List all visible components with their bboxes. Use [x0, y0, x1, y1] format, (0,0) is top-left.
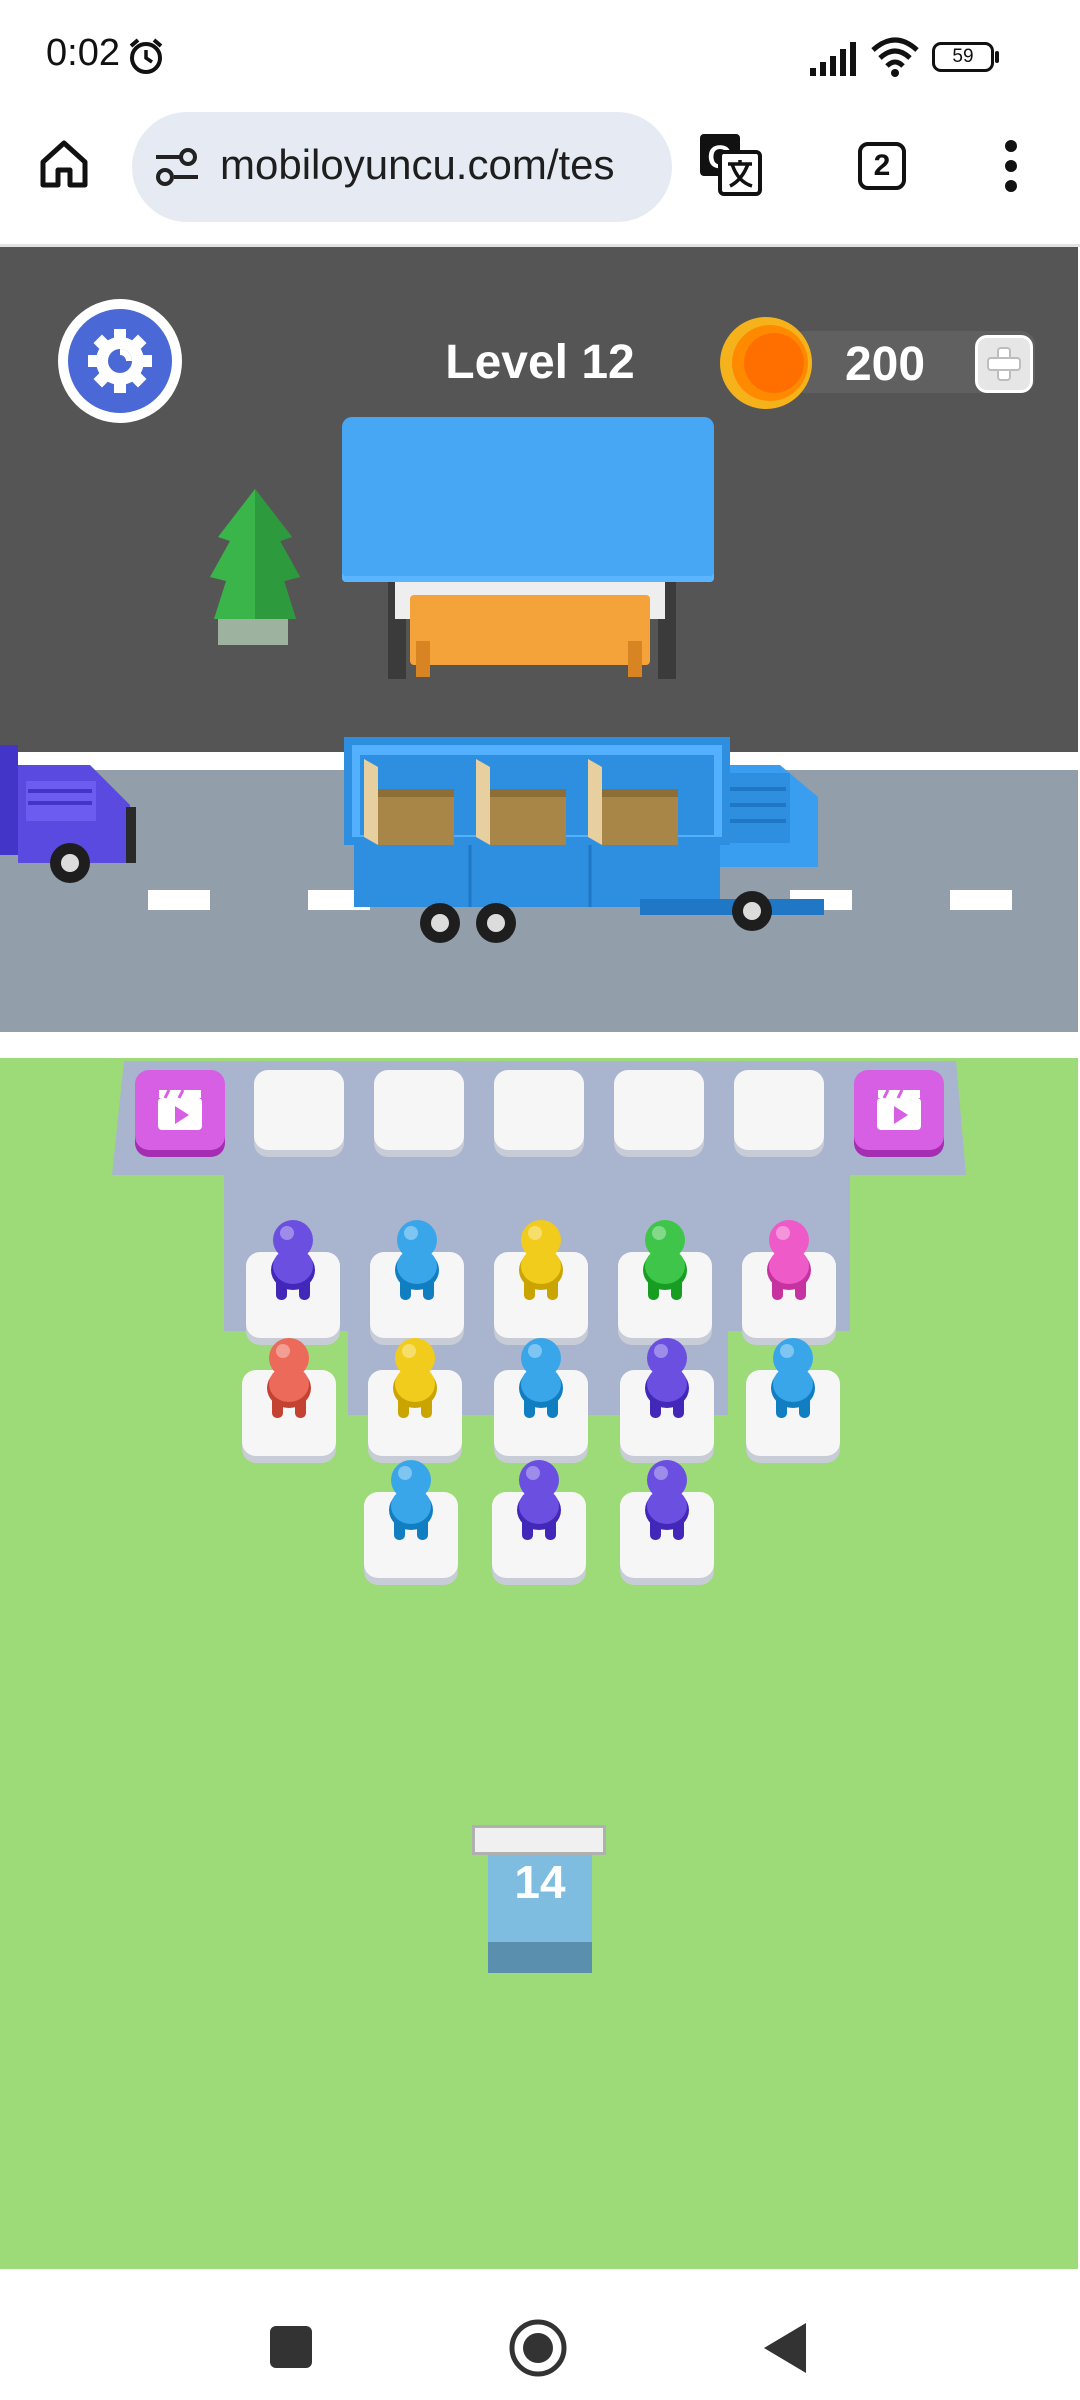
video-ad-icon [158, 1089, 202, 1130]
alarm-icon [129, 38, 163, 74]
passenger-blue[interactable] [378, 1456, 444, 1542]
passenger-yellow[interactable] [382, 1334, 448, 1420]
passenger-blue[interactable] [760, 1334, 826, 1420]
tab-switcher-icon[interactable]: 2 [858, 142, 906, 190]
plus-icon [987, 347, 1021, 381]
lane-marking [148, 890, 210, 910]
bench-leg [628, 641, 642, 677]
passenger-purple[interactable] [634, 1456, 700, 1542]
settings-button[interactable] [58, 299, 182, 423]
passenger-red[interactable] [256, 1334, 322, 1420]
passenger-purple[interactable] [260, 1216, 326, 1302]
status-time: 0:02 [46, 32, 120, 74]
status-bar: 0:02 59 [0, 0, 1080, 110]
truck-seat [476, 759, 566, 845]
signal-icon [810, 42, 856, 76]
bench-leg [416, 641, 430, 677]
game-canvas[interactable]: Level 12 200 14 [0, 247, 1080, 2269]
watch-ad-slot-button[interactable] [854, 1070, 944, 1150]
tunnel-base [488, 1942, 592, 1973]
recents-icon[interactable] [270, 2326, 312, 2368]
purple-truck [0, 745, 136, 883]
queue-slot-empty [734, 1070, 824, 1150]
coin-amount: 200 [844, 338, 926, 391]
home-circle-icon[interactable] [508, 2318, 568, 2378]
battery-icon: 59 [932, 42, 994, 72]
passenger-blue[interactable] [384, 1216, 450, 1302]
passenger-yellow[interactable] [508, 1216, 574, 1302]
url-text[interactable]: mobiloyuncu.com/tes [220, 141, 615, 189]
more-options-icon[interactable] [1002, 138, 1020, 194]
level-label: Level 12 [445, 336, 635, 389]
add-coins-button[interactable] [975, 335, 1033, 393]
gear-icon [68, 309, 172, 413]
video-ad-icon [877, 1089, 921, 1130]
tree-decoration [210, 489, 300, 645]
battery-tip [995, 51, 999, 63]
address-bar[interactable]: mobiloyuncu.com/tes [132, 112, 672, 222]
passenger-green[interactable] [632, 1216, 698, 1302]
navigation-bar [0, 2269, 1080, 2400]
passenger-purple[interactable] [634, 1334, 700, 1420]
bench [410, 595, 650, 665]
watch-ad-slot-button[interactable] [135, 1070, 225, 1150]
translate-icon[interactable]: G [698, 132, 762, 196]
passenger-blue[interactable] [508, 1334, 574, 1420]
site-settings-icon[interactable] [154, 146, 200, 188]
coin-icon [720, 317, 812, 409]
truck-seat [588, 759, 678, 845]
queue-slot-empty [254, 1070, 344, 1150]
road-edge [0, 1032, 1080, 1058]
truck-seats [360, 757, 710, 847]
wifi-icon [871, 37, 919, 77]
back-icon[interactable] [760, 2321, 810, 2375]
tunnel-count: 14 [514, 1856, 566, 1908]
truck-seat [364, 759, 454, 845]
queue-slot-empty [614, 1070, 704, 1150]
queue-slot-empty [374, 1070, 464, 1150]
tunnel-roof [472, 1825, 606, 1855]
queue-slot-empty [494, 1070, 584, 1150]
lane-marking [950, 890, 1012, 910]
passenger-pink[interactable] [756, 1216, 822, 1302]
battery-level: 59 [952, 46, 974, 67]
home-icon[interactable] [38, 138, 90, 190]
passenger-purple[interactable] [506, 1456, 572, 1542]
bus-stop-roof [342, 417, 714, 582]
